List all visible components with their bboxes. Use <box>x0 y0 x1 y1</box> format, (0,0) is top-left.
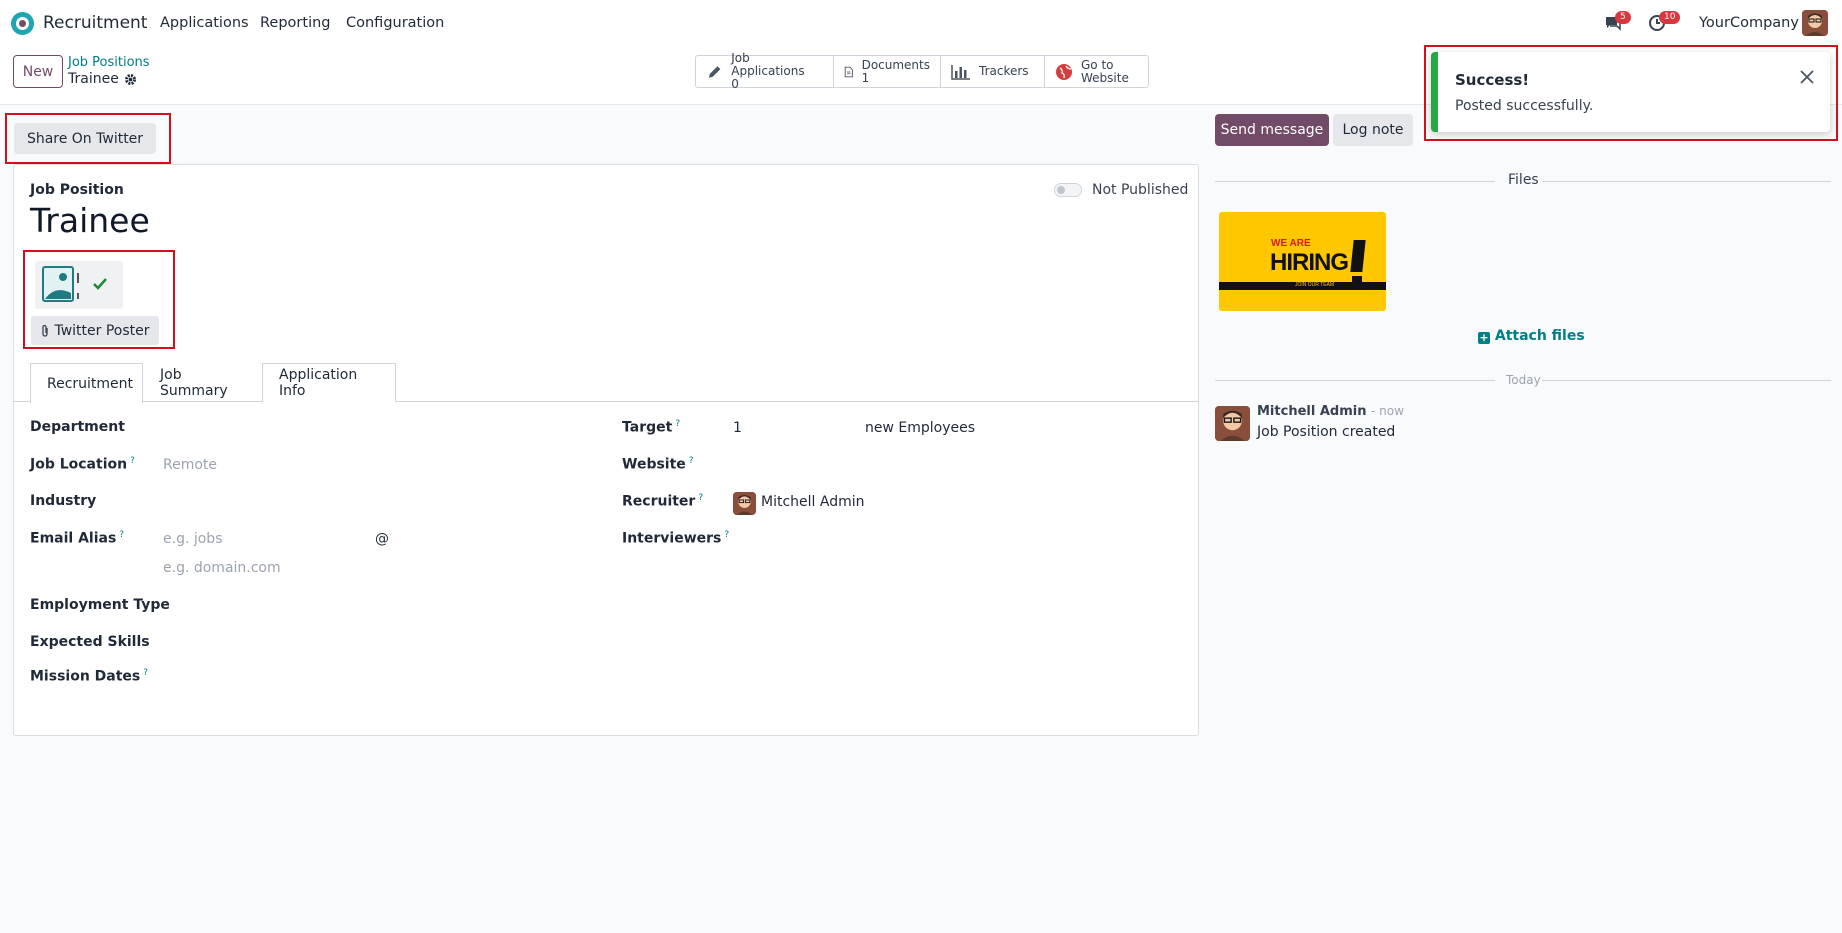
email-alias-label: Email Alias? <box>30 530 125 547</box>
tab-recruitment[interactable]: Recruitment <box>30 363 143 403</box>
hiring-text-main: HIRING <box>1270 249 1349 276</box>
document-icon <box>844 66 853 77</box>
tab-application-info[interactable]: Application Info <box>262 363 396 402</box>
publish-status-label: Not Published <box>1092 182 1189 198</box>
menu-configuration[interactable]: Configuration <box>346 15 444 31</box>
employment-type-label: Employment Type <box>30 597 170 613</box>
recruiter-avatar <box>733 492 756 515</box>
target-unit: new Employees <box>865 420 976 436</box>
job-location-input[interactable]: Remote <box>163 457 217 473</box>
message-author: Mitchell Admin - now <box>1257 404 1404 419</box>
messages-button[interactable]: 5 <box>1604 11 1631 34</box>
app-name[interactable]: Recruitment <box>43 13 147 33</box>
breadcrumb-job-positions[interactable]: Job Positions <box>68 55 150 70</box>
job-applications-count: 0 <box>731 77 739 91</box>
files-title: Files <box>1508 172 1539 188</box>
user-avatar[interactable] <box>1802 10 1828 36</box>
documents-count: 1 <box>861 70 870 85</box>
attach-files-button[interactable]: + Attach files <box>1478 328 1585 344</box>
activities-badge: 10 <box>1659 11 1681 24</box>
trackers-button[interactable]: Trackers <box>941 56 1045 87</box>
alias-at-sign: @ <box>375 531 389 547</box>
breadcrumb-current-label: Trainee <box>68 71 119 87</box>
hiring-image-attachment[interactable]: WE ARE HIRING JOIN OUR TEAM <box>1219 212 1386 311</box>
files-divider-left <box>1215 181 1495 182</box>
exclamation-bar <box>1350 240 1366 272</box>
recruiter-label: Recruiter? <box>622 493 704 510</box>
exclamation-dot <box>1352 276 1362 286</box>
bar-chart-icon <box>951 64 970 80</box>
highlight-poster-box <box>23 250 175 349</box>
pencil-icon <box>708 65 721 78</box>
message-author-avatar[interactable] <box>1215 406 1250 441</box>
message-author-name[interactable]: Mitchell Admin <box>1257 404 1366 419</box>
target-label: Target? <box>622 419 681 436</box>
interviewers-label: Interviewers? <box>622 530 730 547</box>
section-label: Job Position <box>30 182 124 198</box>
department-label: Department <box>30 419 125 435</box>
alias-name-input[interactable]: e.g. jobs <box>163 531 223 547</box>
alias-domain-input[interactable]: e.g. domain.com <box>163 560 281 576</box>
highlight-notification-box <box>1424 45 1838 141</box>
documents-button[interactable]: Documents 1 <box>834 56 941 87</box>
company-switcher[interactable]: YourCompany <box>1699 15 1799 31</box>
hiring-text-top: WE ARE <box>1271 238 1311 249</box>
job-title-field[interactable]: Trainee <box>30 201 150 240</box>
date-separator: Today <box>1506 373 1541 387</box>
globe-icon <box>1056 63 1072 80</box>
log-note-button[interactable]: Log note <box>1333 114 1413 146</box>
gear-icon[interactable] <box>124 73 137 86</box>
mission-dates-label: Mission Dates? <box>30 668 149 685</box>
date-divider-left <box>1215 380 1495 381</box>
new-button[interactable]: New <box>13 55 63 88</box>
send-message-button[interactable]: Send message <box>1215 114 1329 146</box>
job-applications-button[interactable]: Job Applications 0 <box>696 52 834 91</box>
go-to-website-button[interactable]: Go to Website <box>1045 56 1148 87</box>
message-time: - now <box>1370 404 1404 418</box>
form-tabs: Recruitment Job Summary Application Info <box>13 363 1199 403</box>
top-navbar: Recruitment Applications Reporting Confi… <box>0 0 1842 47</box>
tab-job-summary[interactable]: Job Summary <box>143 363 262 402</box>
menu-applications[interactable]: Applications <box>160 15 249 31</box>
publish-toggle[interactable] <box>1054 183 1082 197</box>
breadcrumb-current: Trainee <box>68 71 137 87</box>
plus-square-icon: + <box>1478 331 1490 344</box>
form-sheet <box>13 164 1199 736</box>
message-body: Job Position created <box>1257 424 1396 440</box>
target-input[interactable]: 1 <box>733 420 742 436</box>
smart-buttons: Job Applications 0 Documents 1 Trackers Go… <box>695 52 1149 91</box>
app-logo-icon[interactable] <box>11 12 34 35</box>
hiring-text-sub: JOIN OUR TEAM <box>1295 282 1335 288</box>
recruiter-input[interactable]: Mitchell Admin <box>761 494 865 510</box>
job-applications-label: Job Applications <box>731 51 805 78</box>
trackers-label: Trackers <box>979 64 1029 78</box>
website-label: Website <box>1081 70 1129 85</box>
attach-files-label: Attach files <box>1494 328 1585 344</box>
documents-label: Documents <box>861 57 930 72</box>
industry-label: Industry <box>30 493 97 509</box>
date-divider-right <box>1542 380 1831 381</box>
activities-button[interactable]: 10 <box>1648 11 1681 34</box>
website-label: Website? <box>622 456 694 473</box>
files-divider-right <box>1542 181 1831 182</box>
job-location-label: Job Location? <box>30 456 135 473</box>
go-to-label: Go to <box>1081 57 1114 72</box>
expected-skills-label: Expected Skills <box>30 634 150 650</box>
messages-badge: 5 <box>1615 11 1631 24</box>
highlight-share-box <box>5 113 171 164</box>
menu-reporting[interactable]: Reporting <box>260 15 331 31</box>
